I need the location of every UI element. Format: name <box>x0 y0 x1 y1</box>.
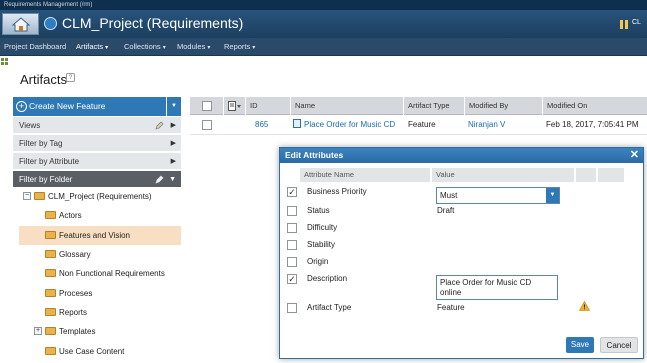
sidebar-section-filter-attribute[interactable]: Filter by Attribute ▶ <box>13 153 181 170</box>
feature-document-icon <box>293 119 301 128</box>
sidebar-section-views[interactable]: Views ▶ <box>13 117 181 134</box>
attribute-checkbox[interactable] <box>287 206 297 216</box>
right-label: CL <box>632 19 641 26</box>
sidebar-section-filter-folder[interactable]: Filter by Folder ▼ <box>13 171 181 188</box>
attribute-row-stability: Stability <box>280 236 643 253</box>
nav-bar: Project Dashboard Artifacts ▾ Collections… <box>0 38 647 56</box>
column-header-modified-on[interactable]: Modified On <box>542 97 647 115</box>
tree-item-root[interactable]: − CLM_Project (Requirements) <box>19 187 181 206</box>
row-actions-header[interactable] <box>223 97 245 115</box>
dialog-title: Edit Attributes <box>285 150 344 160</box>
collapse-icon[interactable]: − <box>23 192 31 200</box>
expand-icon[interactable]: + <box>34 327 42 335</box>
attribute-row-difficulty: Difficulty <box>280 219 643 236</box>
project-icon <box>44 17 57 30</box>
close-icon[interactable]: ✕ <box>630 148 639 163</box>
pencil-icon[interactable] <box>155 121 164 130</box>
cell-modified-by[interactable]: Niranjan V <box>468 115 505 135</box>
chevron-down-icon: ▾ <box>105 45 109 51</box>
nav-reports[interactable]: Reports ▾ <box>224 42 255 51</box>
pause-icon[interactable] <box>620 20 628 29</box>
select-all-cell <box>190 97 223 115</box>
chevron-right-icon: ▶ <box>170 158 176 165</box>
attribute-row-origin: Origin <box>280 253 643 270</box>
tree-item-non-functional[interactable]: Non Functional Requirements <box>19 264 181 283</box>
column-header-name[interactable]: Name <box>290 97 403 115</box>
description-textarea[interactable]: Place Order for Music CD online <box>436 275 558 300</box>
nav-project-dashboard[interactable]: Project Dashboard <box>4 42 66 51</box>
folder-icon <box>45 269 56 277</box>
tree-item-glossary[interactable]: Glossary <box>19 245 181 264</box>
page-title: Artifacts <box>20 72 67 87</box>
attribute-checkbox[interactable]: ✓ <box>287 187 297 197</box>
attribute-checkbox[interactable]: ✓ <box>287 274 297 284</box>
project-title: CLM_Project (Requirements) <box>62 15 244 31</box>
sidebar-section-filter-tag[interactable]: Filter by Tag ▶ <box>13 135 181 152</box>
tree-item-proceses[interactable]: Proceses <box>19 284 181 303</box>
home-button[interactable] <box>2 13 39 35</box>
row-checkbox-cell <box>202 115 212 135</box>
grid-layout-icon[interactable] <box>0 56 10 68</box>
create-dropdown-button[interactable]: ▼ <box>167 97 181 116</box>
chevron-down-icon: ▼ <box>171 103 177 109</box>
attribute-checkbox[interactable] <box>287 257 297 267</box>
chevron-down-icon: ▾ <box>207 45 211 51</box>
folder-icon <box>45 289 56 297</box>
folder-icon <box>34 192 45 200</box>
folder-icon <box>45 250 56 258</box>
attribute-checkbox[interactable] <box>287 303 297 313</box>
edit-attributes-dialog: Edit Attributes ✕ Attribute Name Value ✓… <box>279 147 644 359</box>
title-bar: CLM_Project (Requirements) CL <box>0 10 647 38</box>
header-spacer <box>598 168 624 182</box>
attribute-checkbox[interactable] <box>287 240 297 250</box>
tree-item-reports[interactable]: Reports <box>19 303 181 322</box>
chevron-right-icon: ▶ <box>170 122 176 129</box>
plus-circle-icon: + <box>16 101 27 112</box>
chevron-down-icon[interactable]: ▼ <box>546 188 559 203</box>
column-header-modified-by[interactable]: Modified By <box>464 97 542 115</box>
nav-artifacts[interactable]: Artifacts ▾ <box>76 42 108 51</box>
folder-icon <box>45 327 56 335</box>
header-value: Value <box>432 168 574 182</box>
folder-icon <box>45 231 56 239</box>
tree-item-actors[interactable]: Actors <box>19 206 181 225</box>
create-new-feature-button[interactable]: + Create New Feature <box>13 97 166 116</box>
chevron-right-icon: ▶ <box>170 140 176 147</box>
nav-collections[interactable]: Collections ▾ <box>124 42 166 51</box>
app-bar-title: Requirements Management (/rm) <box>4 2 93 8</box>
help-icon[interactable]: ? <box>66 73 75 82</box>
dialog-title-bar: Edit Attributes ✕ <box>280 148 643 163</box>
attribute-row-status: Status Draft <box>280 202 643 219</box>
cell-artifact-type: Feature <box>408 120 436 129</box>
column-header-artifact-type[interactable]: Artifact Type <box>403 97 464 115</box>
row-checkbox[interactable] <box>202 119 212 130</box>
tree-item-templates[interactable]: + Templates <box>19 322 181 341</box>
header-attribute-name: Attribute Name <box>300 168 430 182</box>
cell-id[interactable]: 865 <box>255 115 268 135</box>
column-header-id[interactable]: ID <box>245 97 290 115</box>
cell-modified-on: Feb 18, 2017, 7:05:41 PM <box>546 120 639 129</box>
folder-icon <box>45 347 56 355</box>
nav-modules[interactable]: Modules ▾ <box>177 42 210 51</box>
tree-item-features-and-vision[interactable]: Features and Vision <box>19 226 181 245</box>
header-spacer <box>576 168 596 182</box>
document-menu-icon <box>228 101 241 112</box>
folder-icon <box>45 211 56 219</box>
grid-header: ID Name Artifact Type Modified By Modifi… <box>190 97 647 115</box>
cancel-button[interactable]: Cancel <box>600 337 638 353</box>
home-icon <box>12 17 30 32</box>
attribute-checkbox[interactable] <box>287 223 297 233</box>
select-all-checkbox[interactable] <box>202 101 212 112</box>
save-button[interactable]: Save <box>566 337 594 353</box>
chevron-down-icon: ▼ <box>169 176 176 183</box>
chevron-down-icon: ▾ <box>252 45 256 51</box>
app-bar: Requirements Management (/rm) <box>0 0 647 10</box>
table-row[interactable]: 865 Place Order for Music CD Feature Nir… <box>190 115 647 135</box>
warning-icon <box>579 301 590 311</box>
chevron-down-icon: ▾ <box>162 45 166 51</box>
tree-item-use-case-content[interactable]: Use Case Content <box>19 342 181 361</box>
cell-name[interactable]: Place Order for Music CD <box>293 115 395 135</box>
folder-icon <box>45 308 56 316</box>
pencil-icon[interactable] <box>155 175 164 184</box>
